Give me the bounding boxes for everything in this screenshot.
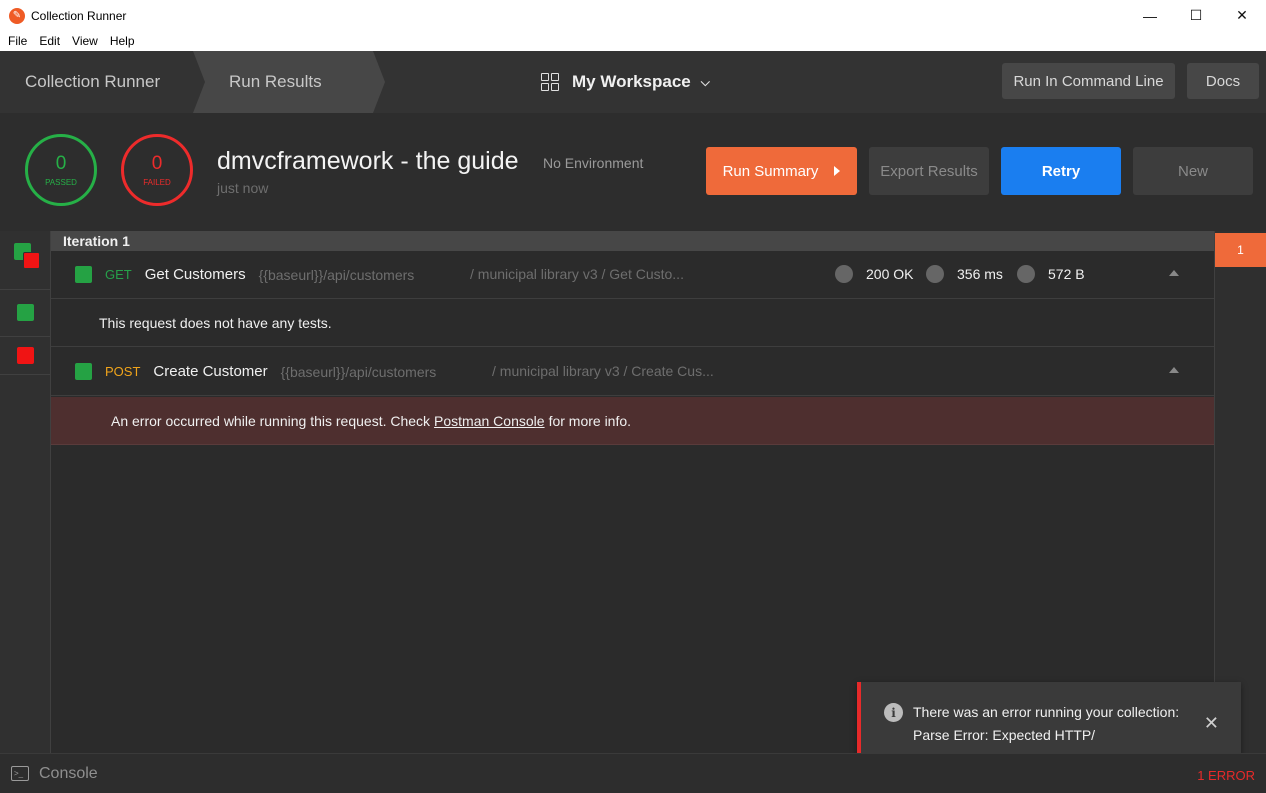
failed-square-icon [17,347,34,364]
breadcrumb-run-results[interactable]: Run Results [193,51,385,113]
toast-message: There was an error running your collecti… [913,704,1180,743]
run-in-command-line-button[interactable]: Run In Command Line [1002,63,1175,99]
passed-square-icon [75,363,92,380]
postman-console-link[interactable]: Postman Console [434,413,545,429]
iteration-tabs: 1 [1214,231,1266,753]
request-path: / municipal library v3 / Get Custo... [470,266,684,282]
passed-label: PASSED [45,177,77,187]
collapse-caret-icon[interactable] [1169,367,1179,373]
request-error-row: An error occurred while running this req… [51,397,1214,445]
iteration-status-item[interactable] [0,231,50,290]
info-icon: i [884,703,903,722]
menu-view[interactable]: View [72,34,98,48]
iteration-tab-1[interactable]: 1 [1215,233,1266,267]
console-button[interactable]: Console [39,765,98,783]
run-timestamp: just now [217,180,269,196]
maximize-button[interactable]: ☐ [1173,0,1219,31]
console-icon[interactable]: >_ [11,766,29,781]
status-code: 200 OK [835,265,913,283]
results-panel: Iteration 1 GET Get Customers {{baseurl}… [0,231,1266,753]
workspace-grid-icon [541,73,559,91]
size-dot-icon [1017,265,1035,283]
response-size: 572 B [1017,265,1085,283]
request-url: {{baseurl}}/api/customers [258,266,415,283]
minimize-button[interactable]: — [1127,0,1173,31]
request-method: POST [105,364,141,379]
failed-square-icon [23,252,40,269]
request-path: / municipal library v3 / Create Cus... [492,363,714,379]
no-tests-row: This request does not have any tests. [51,299,1214,347]
run-summary-bar: 0 PASSED 0 FAILED dmvcframework - the gu… [0,113,1266,231]
menu-file[interactable]: File [8,34,27,48]
collection-title: dmvcframework - the guide [217,147,519,175]
postman-logo-icon: ✎ [9,7,25,24]
workspace-switcher[interactable]: My Workspace ⌵ [541,51,710,113]
status-dot-icon [835,265,853,283]
workspace-name: My Workspace [572,72,691,91]
run-summary-label: Run Summary [722,162,819,180]
request-method: GET [105,267,132,282]
menu-bar: File Edit View Help [0,31,1266,51]
failed-label: FAILED [143,177,171,187]
status-sidebar [0,231,51,753]
close-window-button[interactable]: ✕ [1219,0,1265,31]
app-header: Collection Runner Run Results My Workspa… [0,51,1266,113]
error-text: An error occurred while running this req… [111,412,431,429]
window-title: Collection Runner [31,8,127,23]
request-status-item[interactable] [0,337,50,375]
status-footer: >_ Console 1 ERROR [0,753,1266,793]
failed-counter: 0 FAILED [121,134,193,206]
request-name: Create Customer [153,363,268,380]
passed-counter: 0 PASSED [25,134,97,206]
request-url: {{baseurl}}/api/customers [280,363,437,380]
docs-button[interactable]: Docs [1187,63,1259,99]
new-button[interactable]: New [1133,147,1253,195]
collapse-caret-icon[interactable] [1169,270,1179,276]
time-dot-icon [926,265,944,283]
export-results-button[interactable]: Export Results [869,147,989,195]
failed-count: 0 [151,152,163,174]
request-row[interactable]: GET Get Customers {{baseurl}}/api/custom… [51,251,1214,299]
error-text-suffix: for more info. [548,412,632,429]
response-time: 356 ms [926,265,1003,283]
no-tests-message: This request does not have any tests. [99,314,332,331]
passed-square-icon [17,304,34,321]
request-name: Get Customers [144,266,246,283]
passed-count: 0 [55,152,67,174]
passed-square-icon [75,266,92,283]
request-row[interactable]: POST Create Customer {{baseurl}}/api/cus… [51,348,1214,396]
request-status-item[interactable] [0,290,50,337]
menu-edit[interactable]: Edit [39,34,60,48]
run-summary-button[interactable]: Run Summary [706,147,857,195]
iteration-header: Iteration 1 [51,231,1214,251]
error-count[interactable]: 1 ERROR [1197,768,1255,783]
chevron-down-icon: ⌵ [700,74,710,89]
title-bar: ✎ Collection Runner — ☐ ✕ [0,0,1266,31]
play-triangle-icon [834,166,841,176]
close-icon[interactable]: ✕ [1204,713,1219,734]
breadcrumb-collection-runner[interactable]: Collection Runner [0,51,195,113]
retry-button[interactable]: Retry [1001,147,1121,195]
menu-help[interactable]: Help [110,34,135,48]
environment-label: No Environment [543,155,644,171]
